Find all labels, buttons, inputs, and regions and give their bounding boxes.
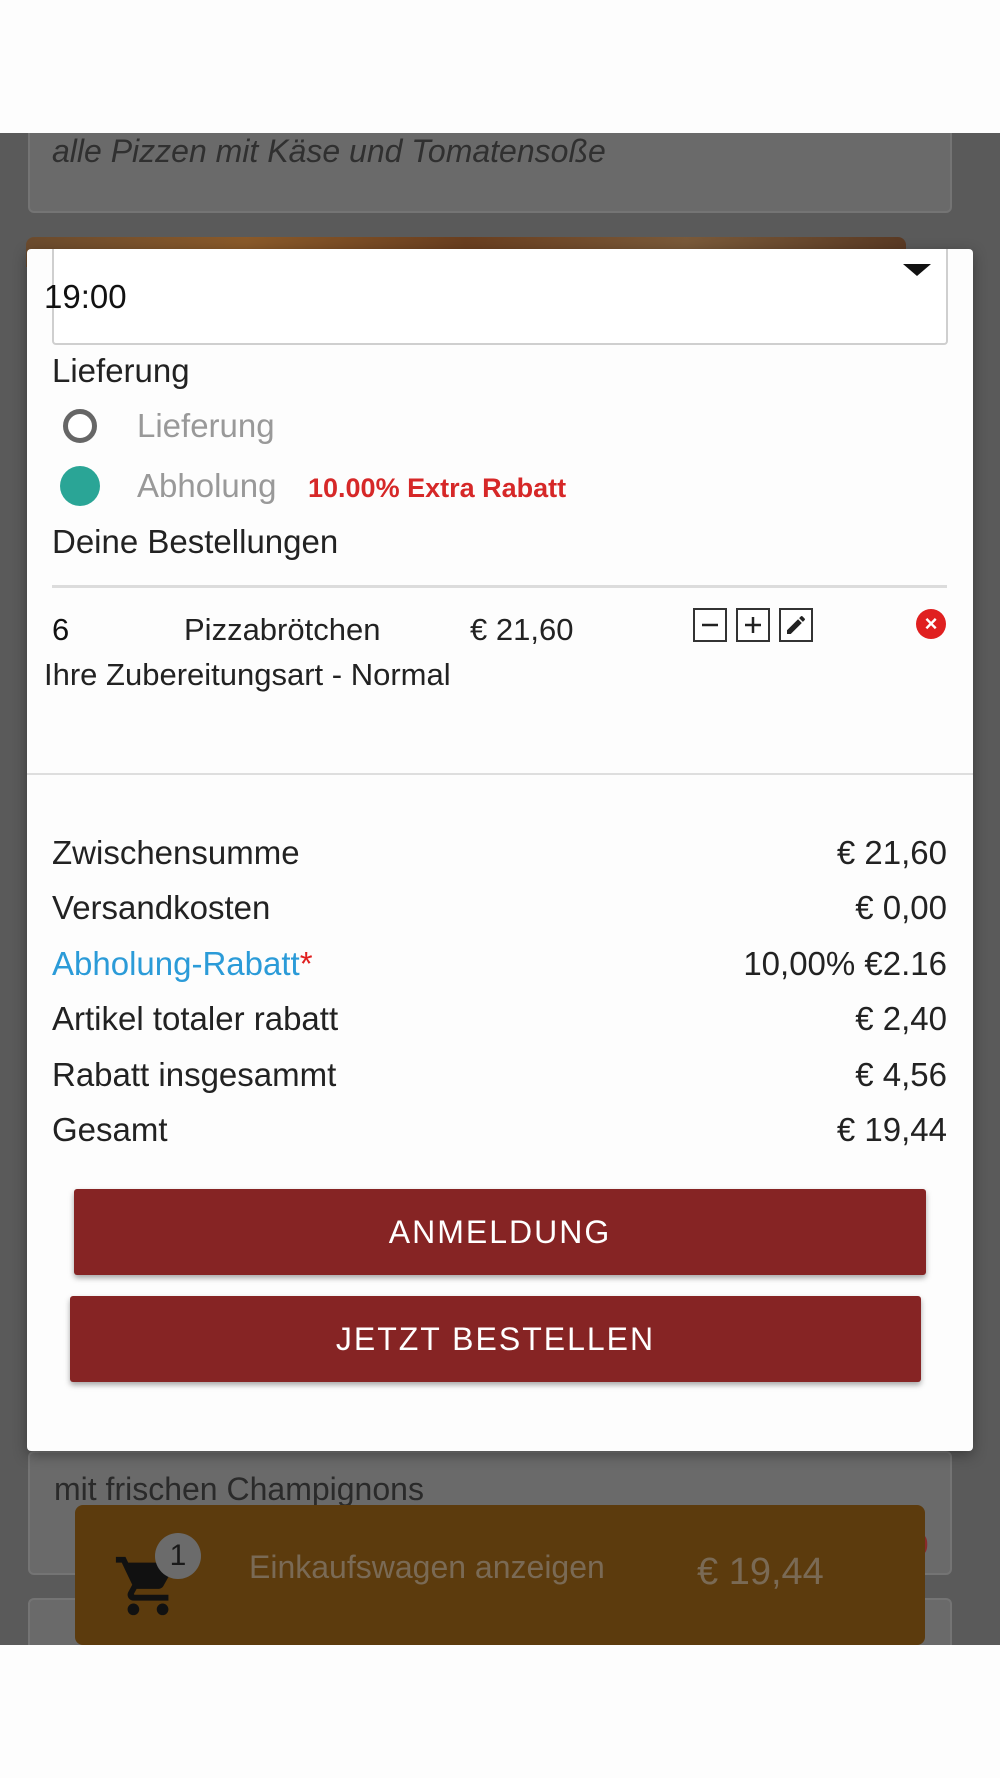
summary-label: Zwischensumme <box>52 834 300 871</box>
summary-label: Rabatt insgesammt <box>52 1056 337 1093</box>
radio-abholung-label[interactable]: Abholung <box>137 467 276 505</box>
category-card: alle Pizzen mit Käse und Tomatensoße <box>28 133 952 213</box>
summary-row-item-discount: Artikel totaler rabatt € 2,40 <box>52 1000 947 1044</box>
order-item-price: € 21,60 <box>470 612 574 647</box>
summary-row-total: Gesamt € 19,44 <box>52 1111 947 1155</box>
cart-bar[interactable]: 1 Einkaufswagen anzeigen € 19,44 <box>75 1505 925 1645</box>
preparation-type: Ihre Zubereitungsart - Normal <box>44 657 451 692</box>
remove-item-icon[interactable]: × <box>916 609 946 639</box>
category-subtitle: alle Pizzen mit Käse und Tomatensoße <box>52 133 606 169</box>
required-star: * <box>299 945 313 982</box>
summary-label: Gesamt <box>52 1111 168 1148</box>
radio-lieferung-label[interactable]: Lieferung <box>137 407 275 445</box>
summary-row-total-discount: Rabatt insgesammt € 4,56 <box>52 1056 947 1100</box>
edit-item-button[interactable] <box>779 608 813 642</box>
summary-value: € 4,56 <box>855 1056 947 1093</box>
minus-icon <box>702 623 718 627</box>
pickup-time-select[interactable] <box>52 249 948 345</box>
login-button[interactable]: ANMELDUNG <box>74 1189 926 1275</box>
orders-divider <box>52 585 947 588</box>
increase-quantity-button[interactable] <box>736 608 770 642</box>
cart-total: € 19,44 <box>697 1551 824 1593</box>
summary-value: € 2,40 <box>855 1000 947 1037</box>
cart-label: Einkaufswagen anzeigen <box>249 1549 605 1585</box>
decrease-quantity-button[interactable] <box>693 608 727 642</box>
summary-value: 10,00% €2.16 <box>743 945 947 982</box>
order-now-button[interactable]: JETZT BESTELLEN <box>70 1296 921 1382</box>
menu-item-description: mit frischen Champignons <box>54 1471 424 1507</box>
pickup-promo-badge: 10.00% Extra Rabatt <box>308 473 567 503</box>
pickup-time-value: 19:00 <box>44 278 127 315</box>
chevron-down-icon[interactable] <box>903 264 931 276</box>
summary-value: € 0,00 <box>855 889 947 926</box>
summary-row-subtotal: Zwischensumme € 21,60 <box>52 834 947 878</box>
summary-label: Artikel totaler rabatt <box>52 1000 339 1037</box>
delivery-heading: Lieferung <box>52 352 190 389</box>
pencil-icon <box>787 615 806 634</box>
summary-value: € 21,60 <box>836 834 947 871</box>
summary-row-pickup-discount: Abholung-Rabatt* 10,00% €2.16 <box>52 945 947 989</box>
summary-label: Versandkosten <box>52 889 271 926</box>
radio-abholung[interactable] <box>60 466 100 506</box>
summary-divider <box>27 773 973 775</box>
cart-count-badge: 1 <box>155 1533 201 1579</box>
summary-label[interactable]: Abholung-Rabatt <box>52 945 300 982</box>
radio-lieferung[interactable] <box>63 409 97 443</box>
orders-heading: Deine Bestellungen <box>52 523 339 560</box>
plus-icon <box>745 617 761 633</box>
order-item-name: Pizzabrötchen <box>184 612 381 647</box>
summary-row-shipping: Versandkosten € 0,00 <box>52 889 947 933</box>
order-quantity: 6 <box>52 612 70 647</box>
pickup-discount-link[interactable]: Abholung-Rabatt* <box>52 945 313 983</box>
summary-value: € 19,44 <box>836 1111 947 1148</box>
